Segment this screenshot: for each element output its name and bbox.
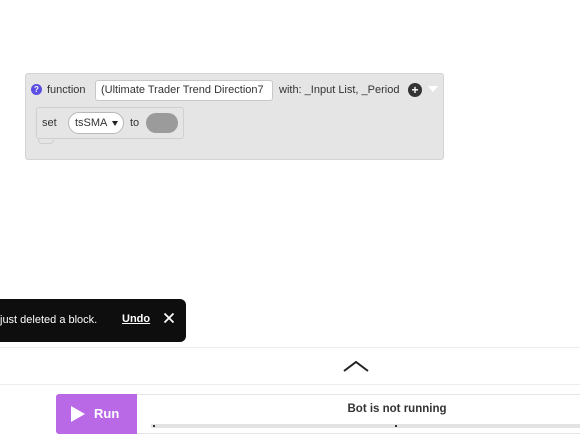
bot-status-text: Bot is not running xyxy=(347,403,447,415)
play-icon xyxy=(71,406,85,422)
undo-button[interactable]: Undo xyxy=(122,313,150,325)
status-progress-track xyxy=(151,424,580,428)
chevron-up-icon[interactable] xyxy=(343,360,369,372)
function-params-label: with: _Input List, _Period xyxy=(279,84,400,96)
run-panel: Run Bot is not running xyxy=(0,385,580,439)
help-icon[interactable]: ? xyxy=(31,84,42,95)
toast-message: just deleted a block. xyxy=(0,314,98,326)
function-name-field[interactable]: (Ultimate Trader Trend Direction7 xyxy=(95,80,273,101)
function-label: function xyxy=(47,84,86,96)
run-button-label: Run xyxy=(94,406,120,421)
close-icon[interactable] xyxy=(162,311,176,325)
progress-step-dot xyxy=(395,425,397,427)
add-param-icon[interactable]: + xyxy=(408,83,422,97)
bot-status-panel: Bot is not running xyxy=(137,394,580,434)
drawer-toggle[interactable] xyxy=(0,348,580,384)
value-input-slot[interactable] xyxy=(146,113,178,133)
run-button[interactable]: Run xyxy=(56,394,137,434)
variable-dropdown[interactable]: tsSMA xyxy=(68,112,124,134)
set-label: set xyxy=(42,117,57,129)
to-label: to xyxy=(130,117,140,129)
chevron-down-icon[interactable] xyxy=(428,86,438,92)
progress-step-dot xyxy=(153,425,155,427)
set-variable-block[interactable]: set tsSMA to xyxy=(36,107,184,139)
variable-name: tsSMA xyxy=(75,117,108,129)
function-block[interactable]: ? function (Ultimate Trader Trend Direct… xyxy=(25,73,444,160)
toast-notification: just deleted a block. Undo xyxy=(0,299,186,342)
caret-down-icon xyxy=(112,121,118,126)
